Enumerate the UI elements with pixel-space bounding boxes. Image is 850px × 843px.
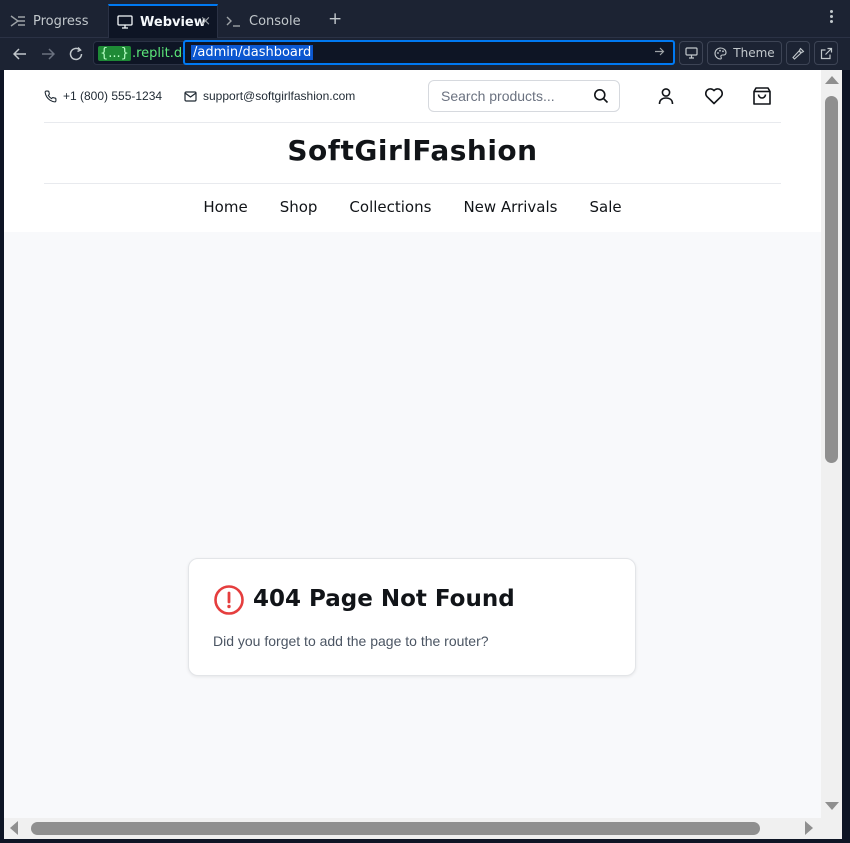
vertical-scrollbar[interactable]	[821, 70, 842, 818]
scroll-up-arrow-icon[interactable]	[825, 76, 839, 84]
nav-collections[interactable]: Collections	[349, 198, 431, 216]
terminal-icon	[226, 13, 242, 29]
contact-email: support@softgirlfashion.com	[184, 89, 355, 103]
nav-shop[interactable]: Shop	[280, 198, 318, 216]
url-path-input[interactable]: /admin/dashboard	[183, 40, 675, 65]
site-header: +1 (800) 555-1234 support@softgirlfashio…	[4, 70, 821, 232]
brand-logo[interactable]: SoftGirlFashion	[4, 134, 821, 167]
more-options-icon[interactable]	[830, 10, 834, 23]
forward-arrow-icon[interactable]	[38, 44, 58, 64]
tab-webview-label: Webview	[140, 14, 206, 30]
contact-phone: +1 (800) 555-1234	[44, 89, 162, 103]
close-icon[interactable]: ×	[200, 14, 211, 29]
scroll-right-arrow-icon[interactable]	[805, 821, 813, 835]
not-found-card: 404 Page Not Found Did you forget to add…	[188, 558, 636, 676]
theme-button[interactable]: Theme	[707, 41, 782, 65]
product-search	[428, 80, 620, 112]
user-account-icon[interactable]	[656, 86, 676, 106]
reload-icon[interactable]	[66, 44, 86, 64]
nav-sale[interactable]: Sale	[589, 198, 621, 216]
tab-webview[interactable]: Webview ×	[108, 4, 218, 38]
progress-icon	[10, 13, 26, 29]
tab-console-label: Console	[249, 13, 301, 29]
scrollbar-corner	[821, 818, 842, 839]
header-divider-bottom	[44, 183, 781, 184]
nav-new-arrivals[interactable]: New Arrivals	[463, 198, 557, 216]
nav-home[interactable]: Home	[203, 198, 247, 216]
horizontal-scrollbar[interactable]	[4, 818, 821, 839]
error-title: 404 Page Not Found	[253, 586, 515, 612]
header-divider-top	[44, 122, 781, 123]
shopping-bag-icon[interactable]	[752, 86, 772, 106]
search-icon[interactable]	[593, 88, 609, 108]
main-nav: Home Shop Collections New Arrivals Sale	[4, 198, 821, 216]
url-path-text: /admin/dashboard	[191, 45, 314, 60]
horizontal-scroll-thumb[interactable]	[31, 822, 760, 835]
monitor-icon	[117, 14, 133, 30]
back-arrow-icon[interactable]	[10, 44, 30, 64]
vertical-scroll-thumb[interactable]	[825, 96, 838, 463]
phone-icon	[44, 90, 57, 103]
theme-label: Theme	[733, 46, 775, 60]
webview-viewport: +1 (800) 555-1234 support@softgirlfashio…	[4, 70, 821, 818]
error-message: Did you forget to add the page to the ro…	[213, 633, 489, 649]
mail-icon	[184, 90, 197, 102]
email-address[interactable]: support@softgirlfashion.com	[203, 89, 355, 103]
host-badge: {...}	[98, 45, 131, 61]
palette-icon	[714, 46, 727, 60]
tab-progress-label: Progress	[33, 13, 89, 29]
devtools-wrench-button[interactable]	[786, 41, 810, 65]
phone-number: +1 (800) 555-1234	[63, 89, 163, 103]
url-toolbar: {...} .replit.dev /admin/dashboard Theme	[0, 38, 850, 70]
go-arrow-icon[interactable]	[654, 46, 665, 60]
scroll-left-arrow-icon[interactable]	[10, 821, 18, 835]
ide-tab-bar: Progress Webview × Console +	[0, 0, 850, 38]
add-tab-button[interactable]: +	[328, 9, 342, 29]
wishlist-heart-icon[interactable]	[704, 86, 724, 106]
tab-console[interactable]: Console	[226, 4, 301, 38]
tab-progress[interactable]: Progress	[10, 4, 88, 38]
scroll-down-arrow-icon[interactable]	[825, 802, 839, 810]
device-preview-button[interactable]	[679, 41, 703, 65]
search-input[interactable]	[441, 88, 581, 104]
alert-circle-icon	[213, 584, 245, 620]
open-new-tab-button[interactable]	[814, 41, 838, 65]
